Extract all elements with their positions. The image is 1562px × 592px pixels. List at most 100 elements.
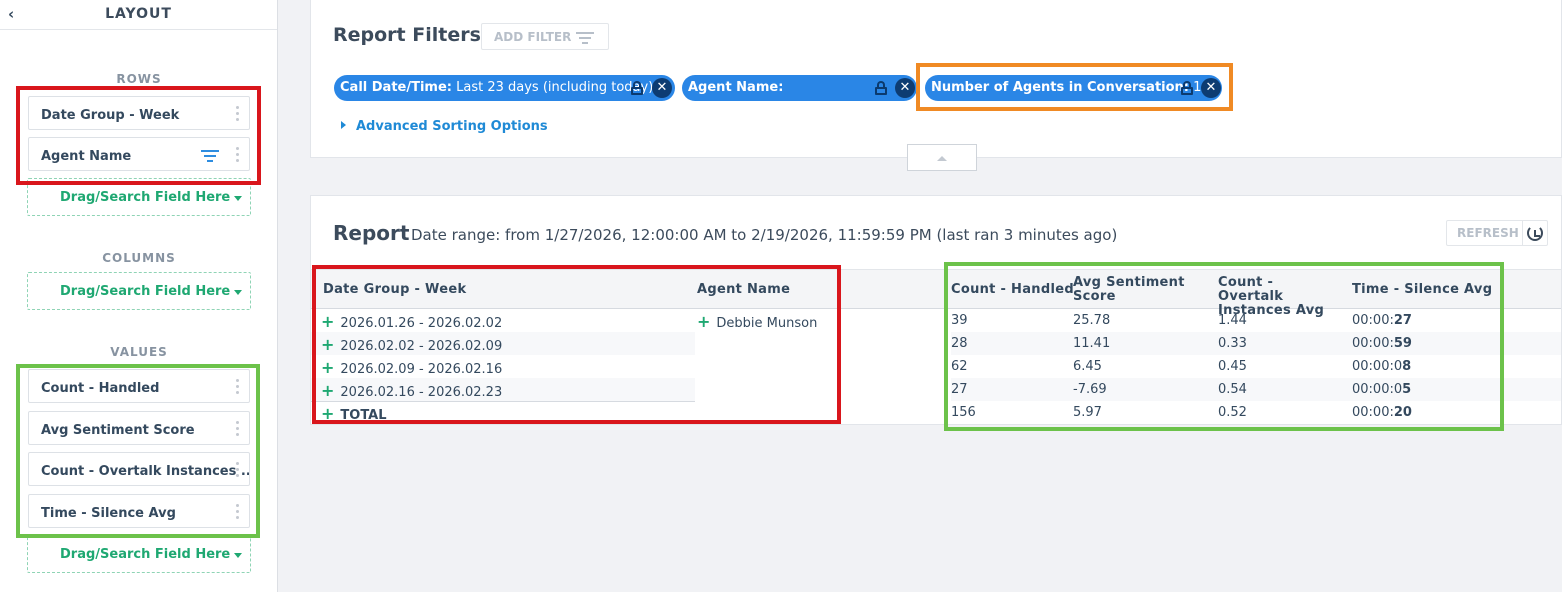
report-panel: Report Date range: from 1/27/2026, 12:00… [310,195,1562,425]
chevron-down-icon[interactable] [234,196,242,201]
total-label: TOTAL [340,408,387,423]
columns-section-label: COLUMNS [102,251,176,265]
drag-handle-icon[interactable] [236,421,239,439]
sentiment-value: 25.78 [1073,313,1111,328]
field-label: Time - Silence Avg [41,506,176,521]
week-value: 2026.02.09 - 2026.02.16 [340,362,503,377]
chevron-down-icon[interactable] [234,290,242,295]
chip-value: Last 23 days (including today) [451,80,654,95]
expand-plus-icon[interactable]: + [321,335,334,354]
count-value: 39 [951,313,968,328]
field-label: Date Group - Week [41,108,180,123]
remove-filter-icon[interactable]: ✕ [652,78,672,98]
silence-value: 00:00:05 [1352,382,1412,397]
value-field-overtalk[interactable]: Count - Overtalk Instances ... [28,452,250,486]
count-value: 28 [951,336,968,351]
expand-plus-icon[interactable]: + [697,312,710,331]
expand-plus-icon[interactable]: + [321,404,334,423]
report-title: Report [333,221,410,245]
chip-label: Number of Agents in Conversation: [931,80,1190,95]
drag-handle-icon[interactable] [236,379,239,397]
drop-zone-label: Drag/Search Field Here [60,284,231,299]
drop-zone-label: Drag/Search Field Here [60,190,231,205]
row-field-date-group[interactable]: Date Group - Week [28,96,250,130]
value-field-silence[interactable]: Time - Silence Avg [28,494,250,528]
add-filter-button[interactable]: ADD FILTER [481,23,609,50]
caret-right-icon [341,121,346,129]
value-field-count-handled[interactable]: Count - Handled [28,369,250,403]
count-value: 62 [951,359,968,374]
rows-section-label: ROWS [116,72,162,86]
filters-title: Report Filters [333,24,481,46]
overtalk-value: 0.52 [1218,405,1247,420]
drag-handle-icon[interactable] [236,462,239,480]
value-row-total: 156 5.97 0.52 00:00:20 [951,401,1561,424]
add-filter-label: ADD FILTER [494,30,572,44]
drag-handle-icon[interactable] [236,147,239,165]
layout-sidebar: ‹ LAYOUT ROWS Date Group - Week Agent Na… [0,0,278,592]
rows-drop-zone[interactable]: Drag/Search Field Here [27,178,251,216]
lock-icon[interactable] [875,81,887,95]
silence-value: 00:00:27 [1352,313,1412,328]
week-value: 2026.02.16 - 2026.02.23 [340,385,503,400]
drag-handle-icon[interactable] [236,106,239,124]
filter-chip-call-date[interactable]: Call Date/Time: Last 23 days (including … [334,75,675,101]
sentiment-value: -7.69 [1073,382,1107,397]
report-table-header: Date Group - Week Agent Name Count - Han… [311,269,1561,318]
header-silence[interactable]: Time - Silence Avg [1352,283,1492,297]
field-label: Count - Overtalk Instances ... [41,464,250,479]
lock-icon[interactable] [631,81,643,95]
report-date-range: Date range: from 1/27/2026, 12:00:00 AM … [411,226,1118,244]
header-count-handled[interactable]: Count - Handled [951,283,1074,297]
count-value: 156 [951,405,976,420]
expand-plus-icon[interactable]: + [321,358,334,377]
value-field-avg-sentiment[interactable]: Avg Sentiment Score [28,411,250,445]
remove-filter-icon[interactable]: ✕ [1201,78,1221,98]
row-label: +2026.02.09 - 2026.02.16 [321,358,502,377]
value-row: 62 6.45 0.45 00:00:08 [951,355,1561,378]
overtalk-value: 1.44 [1218,313,1247,328]
chevron-up-icon [937,156,947,161]
table-row-total: + TOTAL [311,402,695,425]
value-row: 39 25.78 1.44 00:00:27 [951,309,1561,332]
refresh-label: REFRESH [1457,226,1519,240]
chip-label: Agent Name: [688,80,784,95]
sidebar-title: LAYOUT [105,6,172,22]
header-agent-name[interactable]: Agent Name [697,283,790,297]
expand-plus-icon[interactable]: + [321,381,334,400]
overtalk-value: 0.45 [1218,359,1247,374]
header-avg-sentiment[interactable]: Avg Sentiment Score [1073,276,1193,304]
header-date-group[interactable]: Date Group - Week [323,283,466,297]
drop-zone-label: Drag/Search Field Here [60,547,231,562]
sentiment-value: 6.45 [1073,359,1102,374]
advanced-sorting-toggle[interactable]: Advanced Sorting Options [341,119,548,134]
lock-icon[interactable] [1181,81,1193,95]
table-row: +2026.01.26 - 2026.02.02 [311,309,695,332]
table-row: +2026.02.02 - 2026.02.09 [311,332,695,355]
refresh-button[interactable]: REFRESH [1446,220,1548,246]
row-label: +2026.01.26 - 2026.02.02 [321,312,502,331]
overtalk-value: 0.54 [1218,382,1247,397]
overtalk-value: 0.33 [1218,336,1247,351]
columns-drop-zone[interactable]: Drag/Search Field Here [27,272,251,310]
remove-filter-icon[interactable]: ✕ [895,78,915,98]
values-drop-zone[interactable]: Drag/Search Field Here [27,535,251,573]
field-label: Avg Sentiment Score [41,423,195,438]
chevron-down-icon[interactable] [234,553,242,558]
drag-handle-icon[interactable] [236,504,239,522]
agent-cell: + Debbie Munson [697,312,817,331]
row-label: + TOTAL [321,404,387,423]
table-row: +2026.02.16 - 2026.02.23 [311,378,695,401]
filter-chip-agents-in-conversation[interactable]: Number of Agents in Conversation: 1 ✕ [925,75,1222,101]
filter-chip-agent-name[interactable]: Agent Name: ✕ [682,75,917,101]
filter-icon[interactable] [201,150,219,165]
week-value: 2026.02.02 - 2026.02.09 [340,339,503,354]
refresh-icon[interactable] [1527,225,1543,241]
expand-plus-icon[interactable]: + [321,312,334,331]
row-label: +2026.02.02 - 2026.02.09 [321,335,502,354]
sidebar-header: ‹ LAYOUT [0,0,277,30]
row-field-agent-name[interactable]: Agent Name [28,137,250,171]
collapse-filters-button[interactable] [907,144,977,171]
agent-value: Debbie Munson [716,316,818,331]
chip-label: Call Date/Time: [340,80,452,95]
